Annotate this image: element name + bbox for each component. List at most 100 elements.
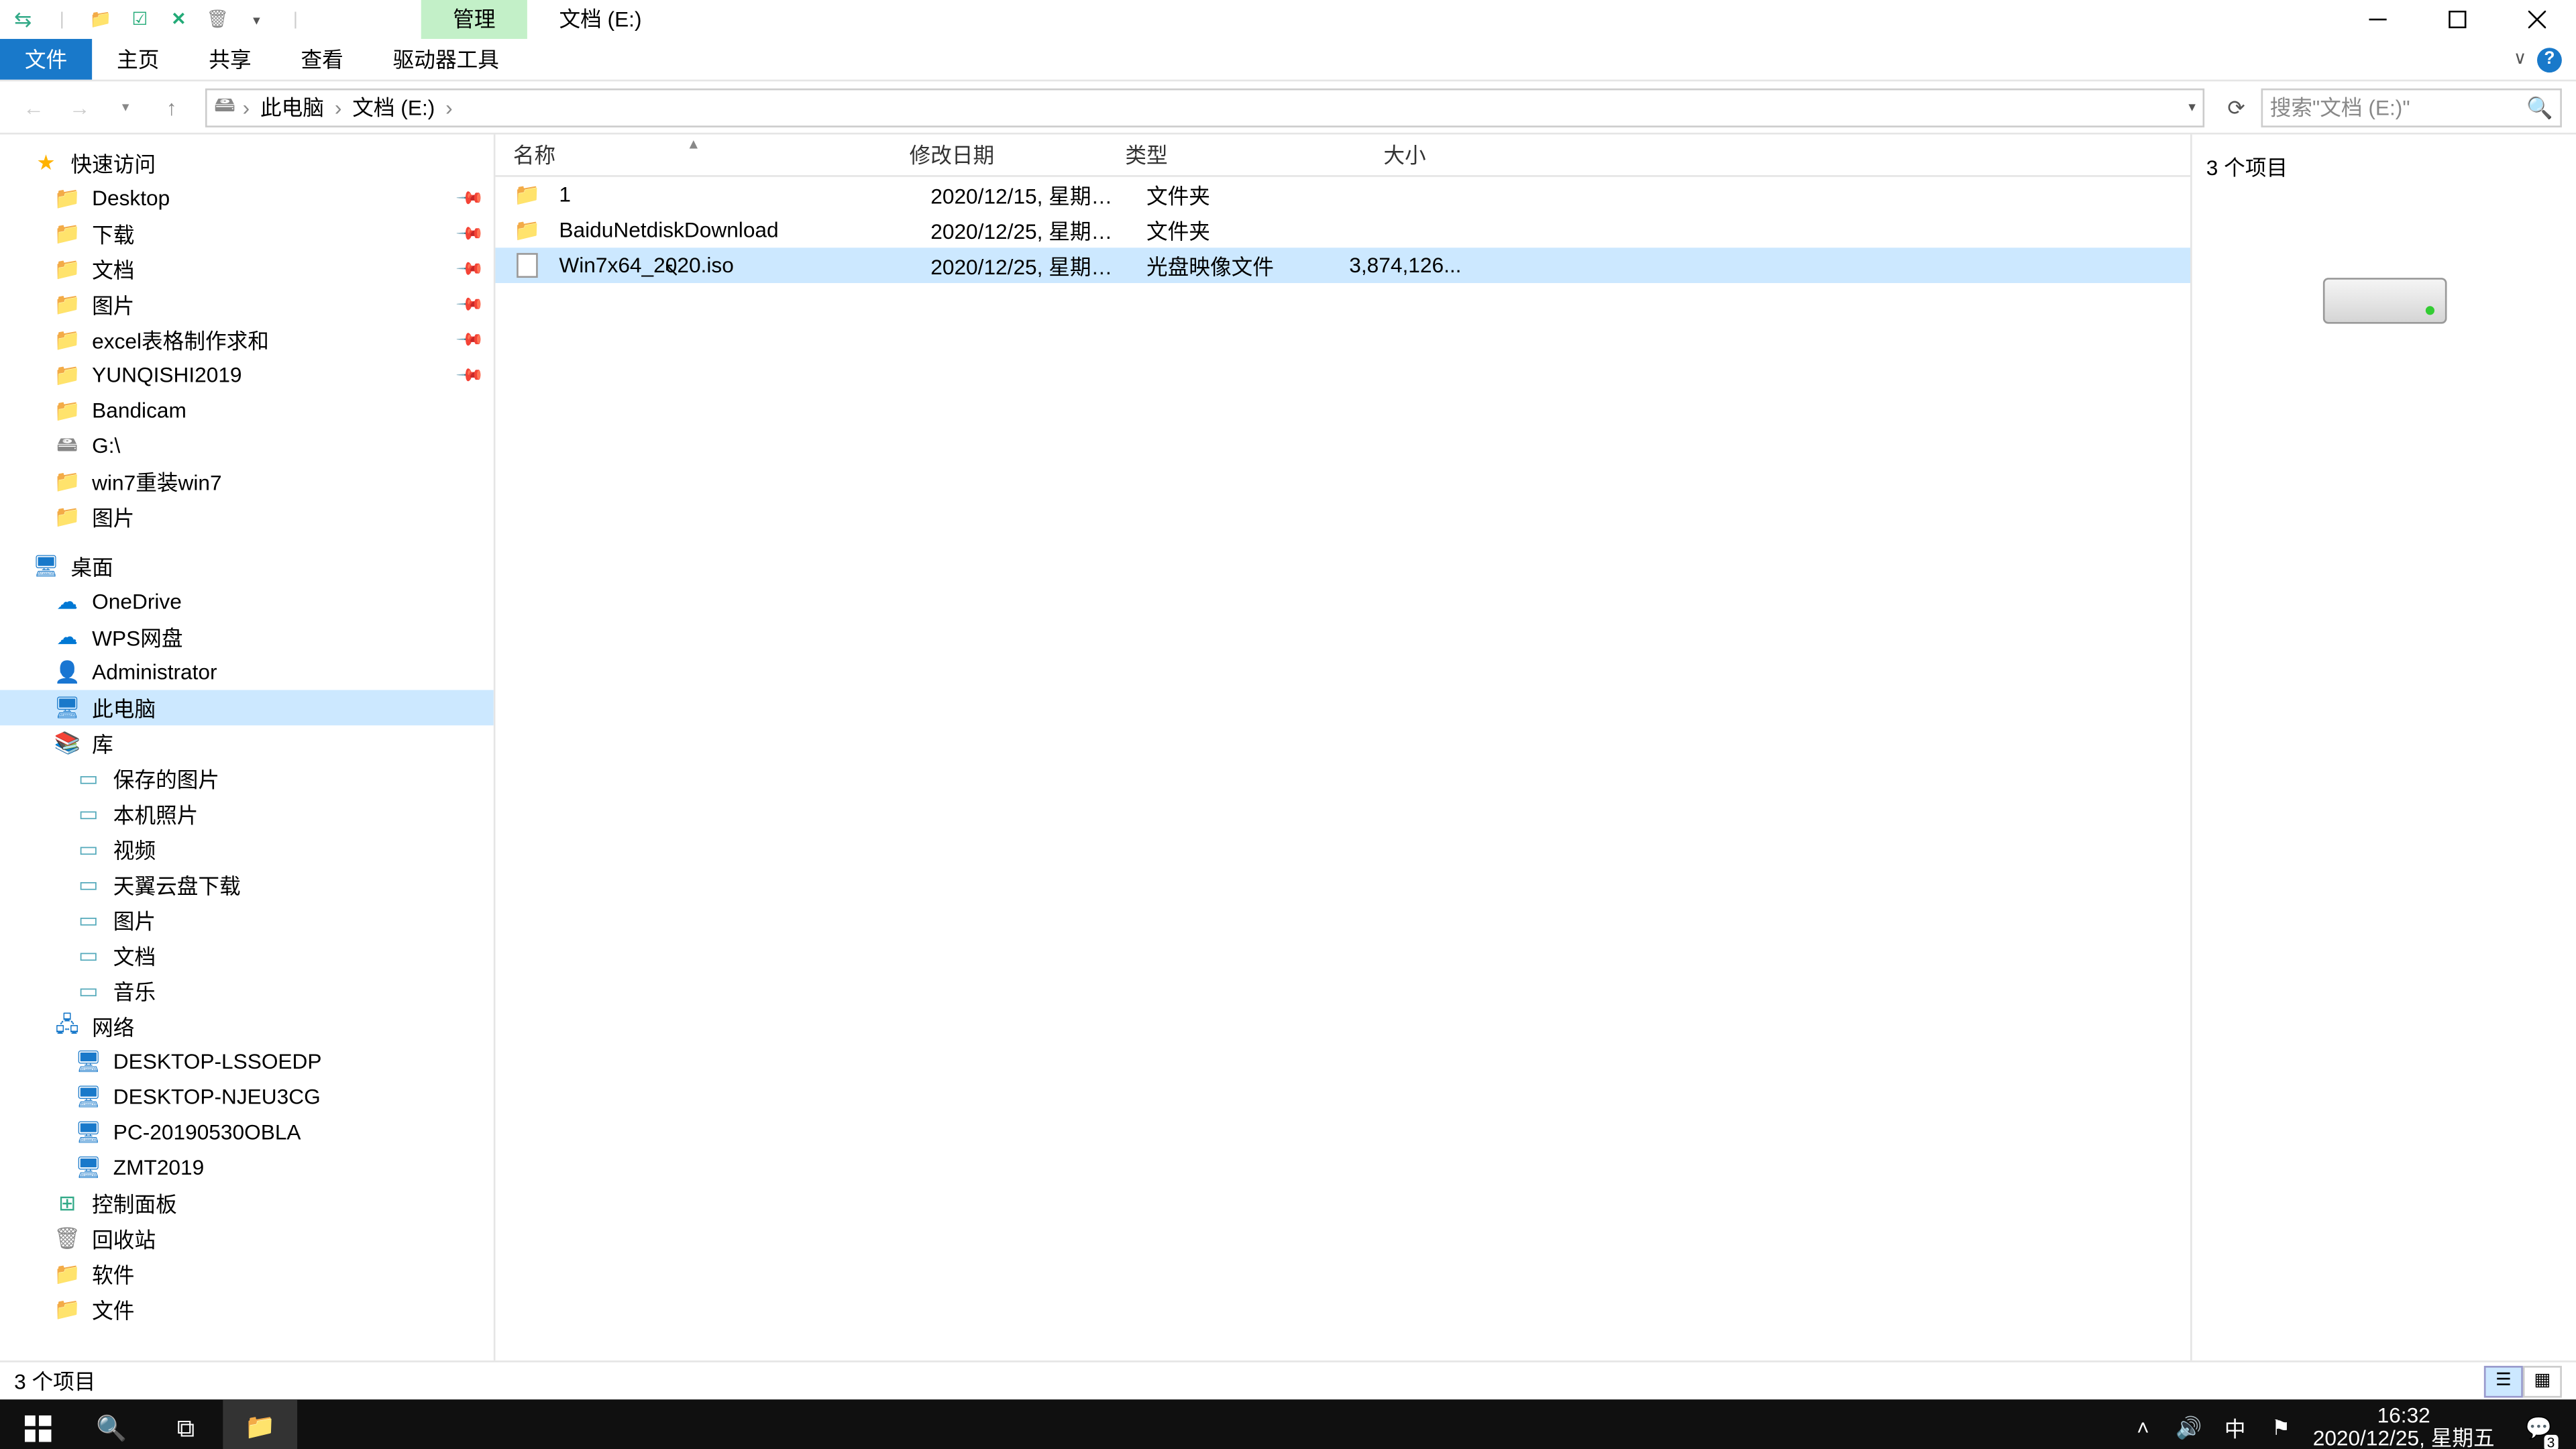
ribbon-tab-drive-tools[interactable]: 驱动器工具 [368, 39, 524, 80]
search-button[interactable]: 🔍 [74, 1399, 149, 1449]
library-item-icon: ▭ [74, 941, 103, 969]
tree-item[interactable]: 📁win7重装win7 [0, 464, 494, 499]
folder-icon: 📁 [53, 219, 81, 248]
file-size: 3,874,126... [1316, 253, 1472, 278]
view-large-icons-button[interactable]: ▦ [2523, 1365, 2562, 1397]
file-row[interactable]: 📁12020/12/15, 星期二 1...文件夹 [495, 177, 2190, 213]
file-row[interactable]: 📁BaiduNetdiskDownload2020/12/25, 星期五 1..… [495, 212, 2190, 248]
ime-icon[interactable]: 中 [2221, 1413, 2249, 1443]
start-button[interactable] [0, 1399, 74, 1449]
refresh-button[interactable]: ⟳ [2218, 89, 2254, 125]
tray-overflow-icon[interactable]: ˄ [2129, 1415, 2157, 1440]
pin-icon: 📌 [453, 254, 483, 284]
contextual-tab-manage[interactable]: 管理 [421, 0, 527, 39]
drive-icon: 🖴 [214, 89, 235, 125]
file-row[interactable]: Win7x64_2020.iso2020/12/25, 星期五 1...光盘映像… [495, 248, 2190, 283]
folder-icon[interactable]: 📁 [81, 2, 120, 38]
tree-recycle-bin[interactable]: 🗑回收站 [0, 1221, 494, 1256]
tree-item[interactable]: 📁Desktop📌 [0, 180, 494, 216]
ribbon-expand-icon[interactable]: ∨ [2514, 50, 2526, 69]
checkbox-icon[interactable]: ☑ [120, 2, 159, 38]
library-item-icon: ▭ [74, 906, 103, 934]
tree-item[interactable]: ▭音乐 [0, 973, 494, 1009]
pin-icon: 📌 [453, 219, 483, 248]
ribbon-tab-home[interactable]: 主页 [92, 39, 184, 80]
tree-item[interactable]: ▭本机照片 [0, 796, 494, 832]
close-button[interactable] [2496, 0, 2576, 39]
quick-access-toolbar: ⇆ | 📁 ☑ ✕ 🗑 ▾ | [0, 2, 315, 38]
tree-item[interactable]: 📁excel表格制作求和📌 [0, 322, 494, 358]
maximize-button[interactable] [2417, 0, 2497, 39]
up-button[interactable]: ↑ [152, 88, 191, 127]
address-bar[interactable]: 🖴 › 此电脑 › 文档 (E:) › ▾ [205, 88, 2204, 127]
tree-item[interactable]: ▭天翼云盘下载 [0, 867, 494, 902]
user-icon: 👤 [53, 658, 81, 686]
clock[interactable]: 16:32 2020/12/25, 星期五 [2313, 1405, 2495, 1449]
ribbon-tab-view[interactable]: 查看 [276, 39, 368, 80]
taskbar-explorer[interactable]: 📁 [223, 1399, 297, 1449]
help-icon[interactable]: ? [2537, 47, 2562, 72]
cloud-icon: ☁ [53, 588, 81, 616]
breadcrumb-this-pc[interactable]: 此电脑 [257, 92, 328, 122]
tree-item[interactable]: 🖥DESKTOP-NJEU3CG [0, 1079, 494, 1115]
tree-item[interactable]: 📚库 [0, 725, 494, 761]
tree-item[interactable]: ▭文档 [0, 938, 494, 973]
folder-icon: 📁 [53, 325, 81, 354]
task-view-button[interactable]: ⧉ [149, 1399, 223, 1449]
tree-item[interactable]: ▭保存的图片 [0, 761, 494, 796]
tree-control-panel[interactable]: ⊞控制面板 [0, 1185, 494, 1221]
tree-network[interactable]: 🖧网络 [0, 1008, 494, 1044]
tree-item[interactable]: 📁图片 [0, 499, 494, 535]
column-date[interactable]: 修改日期 [892, 140, 1108, 170]
folder-icon: 📁 [53, 1260, 81, 1288]
volume-icon[interactable]: 🔊 [2175, 1415, 2203, 1440]
chevron-right-icon[interactable]: › [445, 95, 453, 119]
tree-item[interactable]: 🖴G:\ [0, 428, 494, 464]
tree-desktop-root[interactable]: 🖥桌面 [0, 549, 494, 584]
minimize-button[interactable] [2337, 0, 2417, 39]
view-details-button[interactable]: ☰ [2484, 1365, 2523, 1397]
pin-icon: 📌 [453, 360, 483, 390]
folder-icon: 📁 [53, 290, 81, 319]
search-input[interactable]: 搜索"文档 (E:)" 🔍 [2261, 88, 2562, 127]
navigation-tree[interactable]: ★快速访问 📁Desktop📌📁下载📌📁文档📌📁图片📌📁excel表格制作求和📌… [0, 134, 494, 1360]
column-size[interactable]: 大小 [1288, 140, 1444, 170]
tree-item[interactable]: 📁文档📌 [0, 252, 494, 287]
action-center-icon[interactable]: 💬3 [2512, 1399, 2565, 1449]
tree-item[interactable]: 🖥ZMT2019 [0, 1150, 494, 1185]
column-name[interactable]: 名称▲ [495, 140, 892, 170]
tree-item[interactable]: 📁YUNQISHI2019📌 [0, 358, 494, 393]
file-list[interactable]: 名称▲ 修改日期 类型 大小 📁12020/12/15, 星期二 1...文件夹… [494, 134, 2190, 1360]
tree-quick-access[interactable]: ★快速访问 [0, 145, 494, 180]
tree-item[interactable]: 📁下载📌 [0, 216, 494, 252]
tree-item[interactable]: ▭图片 [0, 902, 494, 938]
tree-item[interactable]: 🖥此电脑 [0, 690, 494, 726]
recycle-bin-icon[interactable]: 🗑 [198, 2, 237, 38]
chevron-right-icon[interactable]: › [243, 95, 250, 119]
tree-item[interactable]: 🖥DESKTOP-LSSOEDP [0, 1044, 494, 1079]
address-dropdown-icon[interactable]: ▾ [2188, 99, 2196, 115]
security-icon[interactable]: ⚑ [2267, 1415, 2295, 1440]
tree-item[interactable]: 🖥PC-20190530OBLA [0, 1115, 494, 1150]
breadcrumb-drive[interactable]: 文档 (E:) [349, 92, 439, 122]
close-file-icon[interactable]: ✕ [159, 2, 198, 38]
column-type[interactable]: 类型 [1108, 140, 1288, 170]
back-button[interactable]: ← [14, 88, 53, 127]
qat-dropdown-icon[interactable]: ▾ [237, 2, 276, 38]
tree-files[interactable]: 📁文件 [0, 1291, 494, 1327]
search-icon[interactable]: 🔍 [2526, 95, 2553, 119]
tree-item[interactable]: ▭视频 [0, 832, 494, 867]
tree-software[interactable]: 📁软件 [0, 1256, 494, 1292]
forward-button[interactable]: → [60, 88, 99, 127]
tree-item[interactable]: ☁WPS网盘 [0, 619, 494, 655]
ribbon-tab-share[interactable]: 共享 [184, 39, 276, 80]
tree-item[interactable]: ☁OneDrive [0, 584, 494, 619]
status-bar: 3 个项目 ☰ ▦ [0, 1360, 2576, 1399]
ribbon-tab-file[interactable]: 文件 [0, 39, 92, 80]
app-icon[interactable]: ⇆ [3, 2, 42, 38]
tree-item[interactable]: 👤Administrator [0, 655, 494, 690]
recent-dropdown-icon[interactable]: ▾ [106, 88, 145, 127]
tree-item[interactable]: 📁Bandicam [0, 392, 494, 428]
chevron-right-icon[interactable]: › [335, 95, 342, 119]
tree-item[interactable]: 📁图片📌 [0, 286, 494, 322]
